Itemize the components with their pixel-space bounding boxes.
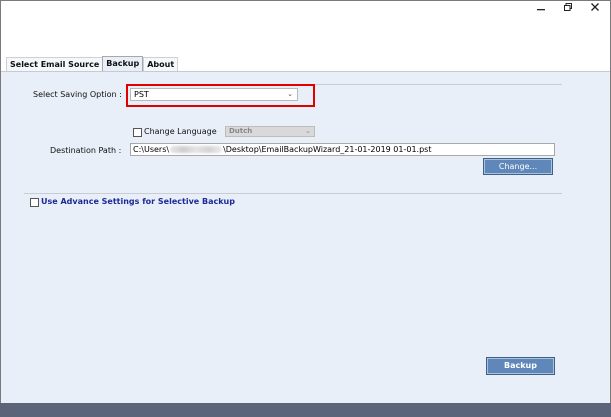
tab-about[interactable]: About [143,57,179,71]
tab-backup[interactable]: Backup [102,56,144,71]
change-language-label: Change Language [144,127,217,136]
path-prefix: C:\Users\ [133,145,170,154]
backup-panel [1,71,610,404]
advance-settings-label[interactable]: Use Advance Settings for Selective Backu… [41,197,235,206]
highlight-box [126,84,315,107]
language-value: Dutch [229,127,253,135]
restore-icon [564,3,572,11]
saving-option-label: Select Saving Option : [33,90,122,99]
minimize-icon [537,9,545,11]
tab-select-email-source[interactable]: Select Email Source [6,57,103,71]
status-bar [0,403,611,417]
path-suffix: \Desktop\EmailBackupWizard_21-01-2019 01… [223,145,432,154]
maximize-button[interactable] [557,0,579,14]
minimize-button[interactable] [530,0,552,14]
change-button[interactable]: Change... [483,158,553,175]
advance-settings-checkbox[interactable] [30,198,39,207]
divider [24,193,562,194]
change-language-checkbox[interactable] [133,128,142,137]
close-icon [591,3,599,11]
destination-path-input[interactable]: C:\Users\ \Desktop\EmailBackupWizard_21-0… [130,143,555,156]
chevron-down-icon: ⌄ [305,127,311,135]
tab-strip: Select Email Source Backup About [6,56,179,71]
backup-button[interactable]: Backup [486,357,555,375]
destination-path-label: Destination Path : [50,146,122,155]
close-button[interactable] [584,0,606,14]
redacted-username [170,146,223,153]
language-select[interactable]: Dutch ⌄ [225,126,315,137]
